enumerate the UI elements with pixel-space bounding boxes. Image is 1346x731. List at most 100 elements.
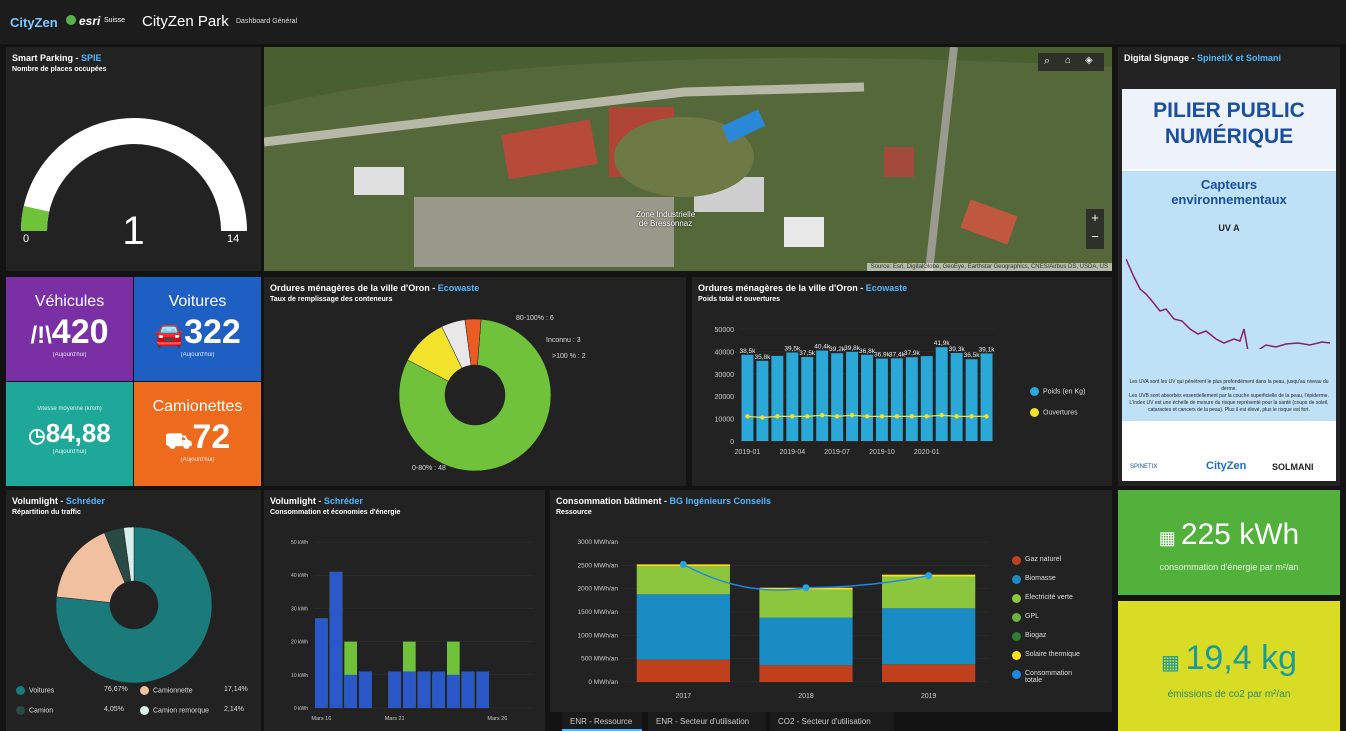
weight-bar	[890, 358, 903, 441]
weight-bar	[950, 352, 963, 441]
map-label: Zone Industrielle de Bressonnaz	[636, 210, 696, 228]
esri-suffix: Suisse	[104, 17, 126, 24]
search-icon[interactable]: ⌕	[1044, 55, 1050, 68]
traffic-legend-0: Voitures	[16, 686, 54, 695]
energy-bar-chart: 0 kWh 10 kWh 20 kWh 30 kWh 40 kWh 50 kWh Mars …	[291, 540, 534, 722]
weight-bar	[935, 347, 948, 441]
openings-point	[790, 414, 795, 419]
consumption-bar	[417, 671, 431, 708]
legend-swatch	[1012, 594, 1021, 603]
y-tick: 1500 MWh/an	[578, 609, 619, 616]
y-tick: 30000	[715, 372, 735, 379]
kpi-co2-caption: émissions de co2 par m²/an	[1167, 689, 1291, 700]
tile-vans: Camionettes ⛟72 (Aujourd'hui)	[134, 382, 261, 486]
app-title: CityZen Park	[142, 13, 229, 30]
openings-point	[864, 414, 870, 419]
cityzen-brand-logo: CityZen	[1206, 460, 1247, 472]
signage-sub-1: Capteurs	[1200, 177, 1258, 192]
consumption-bar	[359, 671, 372, 708]
weight-bar	[771, 355, 784, 441]
traffic-legend-1: Camionnette	[140, 686, 193, 695]
home-icon[interactable]: ⌂	[1065, 55, 1071, 66]
tile-speed-note: (Aujourd'hui)	[52, 449, 87, 455]
traffic-legend-0-pct: 76,67%	[104, 686, 128, 693]
y-tick: 10000	[715, 417, 735, 424]
total-point	[925, 572, 933, 580]
tab-enr-ressource[interactable]: ENR - Ressource	[562, 712, 642, 731]
building-icon: ▦	[1161, 652, 1186, 674]
bar-label: 37,5k	[799, 350, 816, 357]
x-tick: Mars 21	[385, 716, 405, 722]
weight-bar	[965, 359, 978, 441]
tile-speed: Vitesse moyenne (km/h) ◷84,88 (Aujourd'h…	[6, 382, 133, 486]
building-legend-item: Consommation totale	[1012, 670, 1087, 684]
satellite-map[interactable]	[264, 47, 1112, 271]
y-tick: 20 kWh	[291, 640, 308, 646]
weight-bar	[861, 354, 873, 441]
stack-0	[636, 659, 730, 682]
weight-bar	[846, 351, 859, 441]
waste-bar-chart: 0100002000030000400005000038,5k35,8k39,5…	[715, 327, 996, 456]
consumption-bar	[476, 671, 489, 708]
tile-vehicles-value: /!\420	[30, 313, 109, 351]
cityzen-logo: CityZen	[10, 15, 58, 30]
signage-headline-2: NUMÉRIQUE	[1164, 125, 1294, 148]
stack-0	[759, 665, 853, 682]
layers-icon[interactable]: ◈	[1085, 55, 1093, 66]
openings-point	[924, 414, 929, 419]
signage-text: Les UVA sont les UV qui pénètrent le plu…	[1129, 379, 1329, 413]
map-panel[interactable]: Zone Industrielle de Bressonnaz ⌕ ⌂ ◈ + −…	[264, 47, 1112, 271]
bar-label: 37,9k	[904, 350, 921, 357]
openings-point	[954, 414, 959, 419]
top-bar: CityZen esri Suisse CityZen Park Dashboa…	[0, 0, 1346, 44]
traffic-legend-1-pct: 17,14%	[224, 686, 248, 693]
tab-co2-secteur[interactable]: CO2 - Secteur d'utilisation	[770, 712, 894, 731]
consumption-bar	[461, 671, 475, 708]
x-tick: 2019-01	[735, 449, 761, 456]
tile-vehicles-note: (Aujourd'hui)	[52, 352, 87, 358]
signage-headline-1: PILIER PUBLIC	[1153, 99, 1305, 122]
y-tick: 2000 MWh/an	[578, 586, 619, 593]
tile-speed-label: Vitesse moyenne (km/h)	[37, 406, 102, 412]
signage-sub-2: environnementaux	[1171, 192, 1287, 207]
y-tick: 2500 MWh/an	[578, 562, 619, 569]
y-tick: 0 MWh/an	[588, 679, 618, 686]
x-tick: 2020-01	[914, 449, 940, 456]
waste-pie-chart	[398, 318, 552, 472]
app-subtitle: Dashboard Général	[236, 18, 298, 25]
esri-logo: esri	[79, 14, 101, 28]
consumption-bar	[388, 671, 401, 708]
zoom-out-button[interactable]: −	[1086, 229, 1104, 244]
openings-point	[894, 414, 900, 419]
y-tick: 0	[730, 439, 734, 446]
legend-swatch	[1012, 651, 1021, 660]
tab-enr-secteur[interactable]: ENR - Secteur d'utilisation	[648, 712, 766, 731]
signage-panel: Digital Signage - SpinetiX et Solmani PI…	[1118, 47, 1340, 486]
weight-bar	[831, 353, 844, 441]
waste-label-1: 80-100% : 6	[516, 315, 554, 322]
openings-point	[879, 414, 885, 419]
tile-speed-value: ◷84,88	[28, 418, 111, 448]
signage-metric: UV A	[1218, 223, 1240, 233]
waste-label-2: Inconnu : 3	[546, 337, 581, 344]
building-panel: Consommation bâtiment - BG Ingénieurs Co…	[550, 490, 1112, 712]
total-point	[679, 560, 687, 568]
weight-bar	[786, 352, 799, 441]
y-tick: 40000	[715, 349, 735, 356]
building-legend-item: Biomasse	[1012, 575, 1087, 584]
openings-point	[909, 414, 915, 419]
weight-bar	[756, 360, 769, 441]
consumption-bar	[344, 674, 357, 708]
map-toolbar: ⌕ ⌂ ◈	[1038, 53, 1104, 71]
tile-vans-label: Camionettes	[152, 398, 243, 415]
y-tick: 20000	[715, 394, 735, 401]
legend-openings: Ouvertures	[1030, 408, 1078, 417]
stack-2	[636, 566, 730, 595]
building-legend-item: Solaire thermique	[1012, 651, 1087, 660]
spinetix-logo: SPINETIX	[1130, 464, 1158, 470]
building-legend-item: Biogaz	[1012, 632, 1087, 641]
stack-1	[759, 617, 853, 666]
weight-bar	[816, 350, 829, 441]
x-tick: 2017	[676, 693, 692, 700]
zoom-in-button[interactable]: +	[1086, 210, 1104, 225]
